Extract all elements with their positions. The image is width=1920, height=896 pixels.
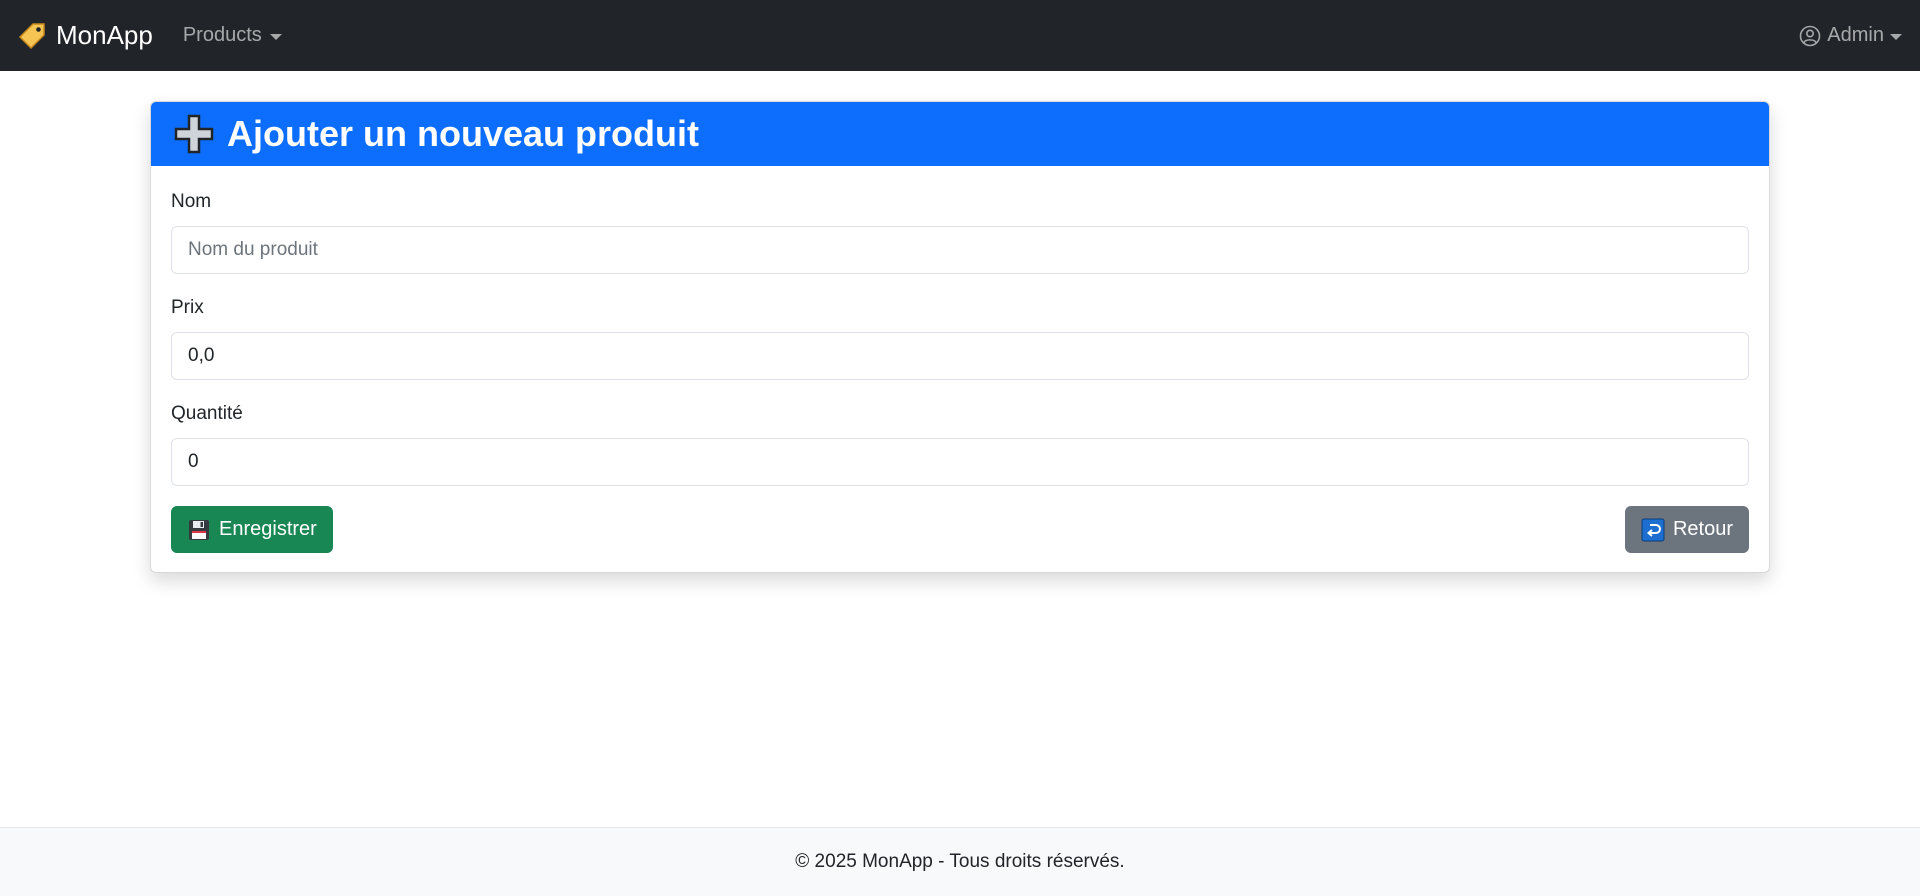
chevron-down-icon	[1890, 33, 1902, 40]
card-header: Ajouter un nouveau produit	[151, 102, 1769, 166]
name-input[interactable]	[171, 226, 1749, 274]
page-title: Ajouter un nouveau produit	[227, 113, 699, 154]
quantity-input[interactable]	[171, 438, 1749, 486]
product-form: Nom Prix Quantité	[151, 166, 1769, 572]
save-button[interactable]: Enregistrer	[171, 506, 333, 553]
quantity-label: Quantité	[171, 403, 243, 424]
back-label: Retour	[1672, 518, 1733, 540]
chevron-down-icon	[269, 33, 282, 40]
admin-label: Admin	[1827, 24, 1884, 46]
name-group: Nom	[171, 190, 1749, 274]
brand-link[interactable]: MonApp	[18, 20, 153, 51]
price-group: Prix	[171, 296, 1749, 380]
top-navbar: MonApp Products Admin	[0, 0, 1920, 71]
back-button[interactable]: Retour	[1624, 506, 1749, 553]
form-actions: Enregistrer Retour	[171, 506, 1749, 553]
products-dropdown[interactable]: Products	[183, 24, 282, 47]
brand-name: MonApp	[56, 20, 153, 50]
plus-icon	[173, 113, 215, 155]
price-label: Prix	[171, 297, 204, 318]
price-input[interactable]	[171, 332, 1749, 380]
save-label: Enregistrer	[219, 518, 317, 540]
return-arrow-icon	[1641, 518, 1665, 542]
user-circle-icon	[1799, 25, 1821, 47]
admin-dropdown[interactable]: Admin	[1799, 24, 1902, 47]
page-footer: © 2025 MonApp - Tous droits réservés.	[0, 827, 1920, 896]
price-tag-icon	[18, 22, 46, 50]
floppy-disk-icon	[187, 518, 211, 542]
name-label: Nom	[171, 191, 212, 212]
quantity-group: Quantité	[171, 402, 1749, 486]
add-product-card: Ajouter un nouveau produit Nom Prix Quan…	[150, 101, 1770, 573]
products-label: Products	[182, 24, 262, 46]
footer-text: © 2025 MonApp - Tous droits réservés.	[795, 851, 1125, 872]
